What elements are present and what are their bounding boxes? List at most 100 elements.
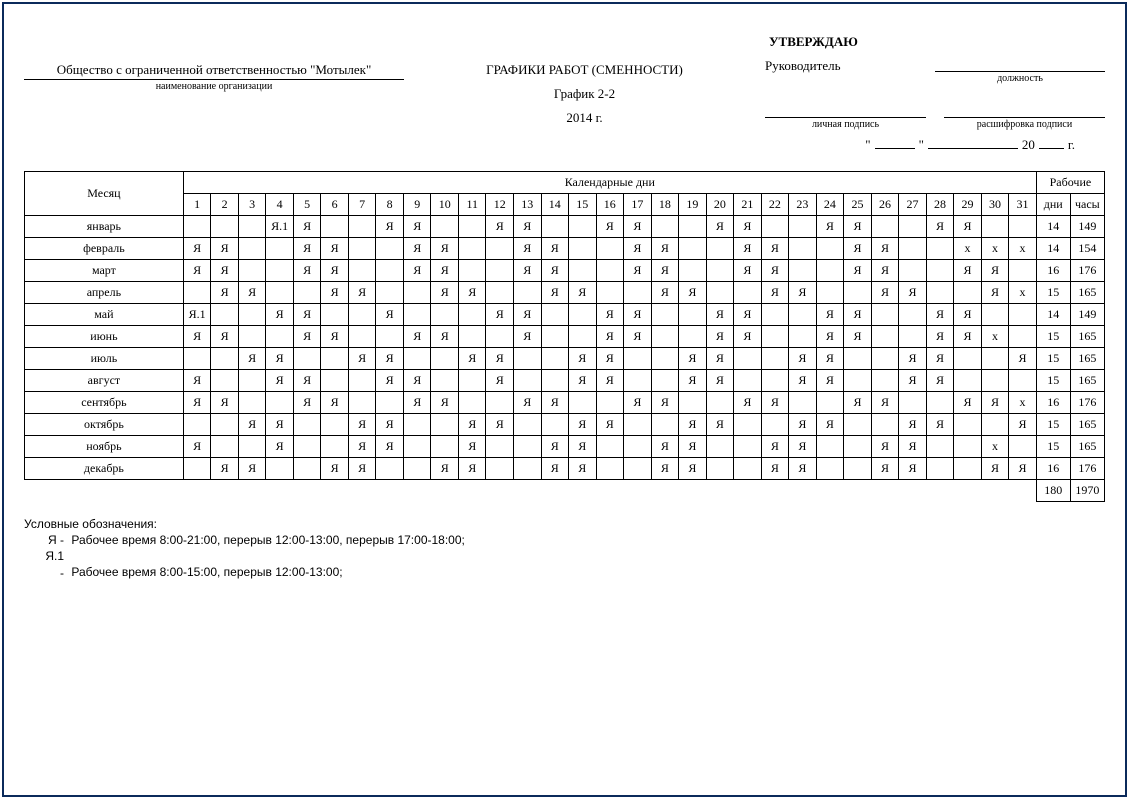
day-cell [734, 458, 762, 480]
day-cell: Я [541, 436, 569, 458]
day-cell [816, 238, 844, 260]
day-cell: Я [541, 458, 569, 480]
day-cell [1009, 326, 1037, 348]
day-number: 17 [624, 194, 652, 216]
day-cell: Я [679, 370, 707, 392]
table-row: августЯЯЯЯЯЯЯЯЯЯЯЯЯЯ15165 [25, 370, 1105, 392]
header: Общество с ограниченной ответственностью… [24, 34, 1105, 153]
day-cell: Я [926, 326, 954, 348]
day-cell [293, 436, 321, 458]
day-number: 31 [1009, 194, 1037, 216]
day-cell [624, 458, 652, 480]
day-cell: Я [789, 436, 817, 458]
day-cell: Я [679, 282, 707, 304]
day-cell: Я [183, 260, 211, 282]
day-cell [679, 304, 707, 326]
day-cell: Я [624, 326, 652, 348]
table-row: январьЯ.1ЯЯЯЯЯЯЯЯЯЯЯЯЯ14149 [25, 216, 1105, 238]
day-number: 18 [651, 194, 679, 216]
row-hours: 176 [1070, 458, 1104, 480]
day-cell [376, 238, 404, 260]
day-cell: Я [596, 414, 624, 436]
day-cell: х [1009, 282, 1037, 304]
day-cell [871, 216, 899, 238]
day-cell [679, 326, 707, 348]
day-cell [541, 326, 569, 348]
day-cell: Я [871, 436, 899, 458]
row-hours: 149 [1070, 304, 1104, 326]
day-cell: Я [706, 326, 734, 348]
row-days: 15 [1036, 326, 1070, 348]
day-cell [816, 436, 844, 458]
day-cell [293, 348, 321, 370]
day-cell [486, 282, 514, 304]
day-cell: Я [761, 238, 789, 260]
day-number: 24 [816, 194, 844, 216]
day-cell [981, 370, 1009, 392]
table-row: декабрьЯЯЯЯЯЯЯЯЯЯЯЯЯЯЯЯ16176 [25, 458, 1105, 480]
day-cell [348, 216, 376, 238]
day-cell: Я [376, 370, 404, 392]
day-cell: Я [844, 326, 872, 348]
day-cell: Я [348, 348, 376, 370]
month-header: Месяц [25, 172, 184, 216]
day-cell: Я [926, 414, 954, 436]
day-cell: Я [789, 282, 817, 304]
day-cell [183, 458, 211, 480]
day-cell [293, 414, 321, 436]
day-cell [954, 370, 982, 392]
day-cell: Я [293, 238, 321, 260]
day-cell: Я [569, 282, 597, 304]
day-cell [761, 216, 789, 238]
sign-line [765, 104, 926, 118]
day-cell [844, 348, 872, 370]
hours-header: часы [1070, 194, 1104, 216]
day-cell: Я [871, 458, 899, 480]
day-cell: Я [954, 304, 982, 326]
day-cell: Я [981, 392, 1009, 414]
day-cell [514, 348, 542, 370]
day-cell [541, 304, 569, 326]
day-cell [596, 282, 624, 304]
row-days: 15 [1036, 436, 1070, 458]
day-cell [238, 326, 266, 348]
day-cell [514, 458, 542, 480]
day-cell [348, 238, 376, 260]
day-cell: Я [293, 304, 321, 326]
day-cell: Я [734, 392, 762, 414]
day-cell: Я [981, 260, 1009, 282]
day-cell [458, 392, 486, 414]
row-days: 16 [1036, 392, 1070, 414]
day-cell: Я [458, 282, 486, 304]
row-hours: 176 [1070, 260, 1104, 282]
day-cell [651, 216, 679, 238]
day-cell: Я [211, 326, 239, 348]
table-row: ноябрьЯЯЯЯЯЯЯЯЯЯЯЯЯх15165 [25, 436, 1105, 458]
day-cell: Я [734, 238, 762, 260]
day-cell [348, 326, 376, 348]
day-cell [926, 436, 954, 458]
month-cell: октябрь [25, 414, 184, 436]
day-cell [321, 370, 349, 392]
day-cell [816, 260, 844, 282]
row-hours: 165 [1070, 326, 1104, 348]
day-cell: Я [211, 282, 239, 304]
day-cell: Я [899, 436, 927, 458]
day-cell: Я [926, 370, 954, 392]
day-cell: Я [293, 370, 321, 392]
org-label: наименование организации [24, 81, 404, 92]
day-cell [926, 282, 954, 304]
row-days: 14 [1036, 304, 1070, 326]
day-number: 10 [431, 194, 459, 216]
table-row: октябрьЯЯЯЯЯЯЯЯЯЯЯЯЯЯЯ15165 [25, 414, 1105, 436]
day-cell: Я [651, 392, 679, 414]
day-cell: Я [403, 216, 431, 238]
day-cell [844, 436, 872, 458]
day-cell [789, 238, 817, 260]
day-cell [376, 326, 404, 348]
day-cell [348, 260, 376, 282]
day-cell: Я [789, 370, 817, 392]
day-cell: Я [321, 238, 349, 260]
day-cell: Я [871, 260, 899, 282]
day-number: 30 [981, 194, 1009, 216]
